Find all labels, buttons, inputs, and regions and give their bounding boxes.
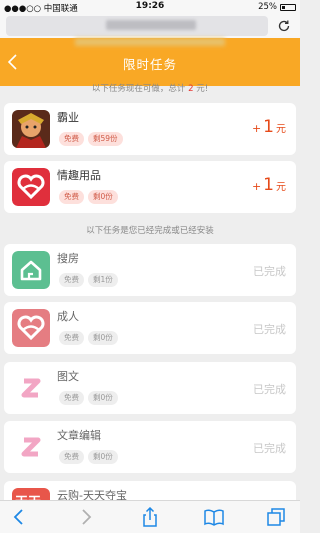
remaining-badge: 剩59份 bbox=[88, 132, 123, 146]
completed-status: 已完成 bbox=[253, 383, 286, 396]
task-name: 霸业 bbox=[57, 111, 79, 124]
baye-app-icon bbox=[12, 110, 50, 148]
soufang-app-icon bbox=[12, 251, 50, 289]
remaining-badge: 剩0份 bbox=[88, 331, 118, 345]
remaining-badge: 剩0份 bbox=[88, 391, 118, 405]
address-field[interactable] bbox=[6, 16, 268, 36]
page-title: 限时任务 bbox=[122, 57, 177, 72]
free-badge: 免费 bbox=[59, 132, 84, 146]
task-card-soufang[interactable]: 搜房 免费 剩1份 已完成 bbox=[4, 244, 296, 296]
browser-address-area bbox=[0, 14, 300, 38]
status-bar: ●●●○○ 中国联通 19:26 25% bbox=[0, 0, 300, 14]
completed-status: 已完成 bbox=[253, 442, 286, 455]
task-card-qingqu[interactable]: 情趣用品 免费 剩0份 +1 元 bbox=[4, 161, 296, 213]
nav-bar: 限时任务 bbox=[0, 38, 300, 86]
completed-status: 已完成 bbox=[253, 265, 286, 278]
chengren-app-icon bbox=[12, 309, 50, 347]
forward-arrow-icon[interactable] bbox=[76, 507, 96, 527]
remaining-badge: 剩0份 bbox=[88, 450, 118, 464]
available-tip: 以下任务现在可做，总计 2 元! bbox=[91, 84, 209, 94]
task-name: 文章编辑 bbox=[57, 429, 101, 442]
task-name: 搜房 bbox=[57, 252, 79, 265]
free-badge: 免费 bbox=[59, 331, 84, 345]
free-badge: 免费 bbox=[59, 391, 84, 405]
completed-tip: 以下任务是您已经完成或已经安装 bbox=[86, 226, 214, 236]
blurred-url bbox=[106, 20, 196, 30]
task-card-baye[interactable]: 霸业 免费 剩59份 +1 元 bbox=[4, 103, 296, 155]
battery-percent: 25% bbox=[258, 2, 277, 12]
task-card-wenzhang[interactable]: 文章编辑 免费 剩0份 已完成 bbox=[4, 421, 296, 473]
free-badge: 免费 bbox=[59, 190, 84, 204]
wenzhang-app-icon bbox=[12, 428, 50, 466]
reward-amount: +1 元 bbox=[251, 175, 286, 195]
status-right: 25% bbox=[258, 2, 296, 12]
share-icon[interactable] bbox=[140, 507, 160, 527]
browser-toolbar bbox=[0, 500, 300, 533]
remaining-badge: 剩1份 bbox=[88, 273, 118, 287]
free-badge: 免费 bbox=[59, 273, 84, 287]
free-badge: 免费 bbox=[59, 450, 84, 464]
remaining-badge: 剩0份 bbox=[88, 190, 118, 204]
qingqu-app-icon bbox=[12, 168, 50, 206]
task-name: 图文 bbox=[57, 370, 79, 383]
reload-icon[interactable] bbox=[276, 18, 292, 34]
battery-icon bbox=[280, 3, 296, 11]
back-arrow-icon[interactable] bbox=[9, 507, 29, 527]
bookmarks-icon[interactable] bbox=[204, 507, 224, 527]
blurred-strip bbox=[75, 38, 225, 46]
task-name: 成人 bbox=[57, 310, 79, 323]
reward-amount: +1 元 bbox=[251, 117, 286, 137]
tuwen-app-icon bbox=[12, 369, 50, 407]
clock: 19:26 bbox=[135, 1, 165, 11]
tabs-icon[interactable] bbox=[266, 507, 286, 527]
completed-status: 已完成 bbox=[253, 323, 286, 336]
task-card-tuwen[interactable]: 图文 免费 剩0份 已完成 bbox=[4, 362, 296, 414]
task-card-chengren[interactable]: 成人 免费 剩0份 已完成 bbox=[4, 302, 296, 354]
task-name: 情趣用品 bbox=[57, 169, 101, 182]
